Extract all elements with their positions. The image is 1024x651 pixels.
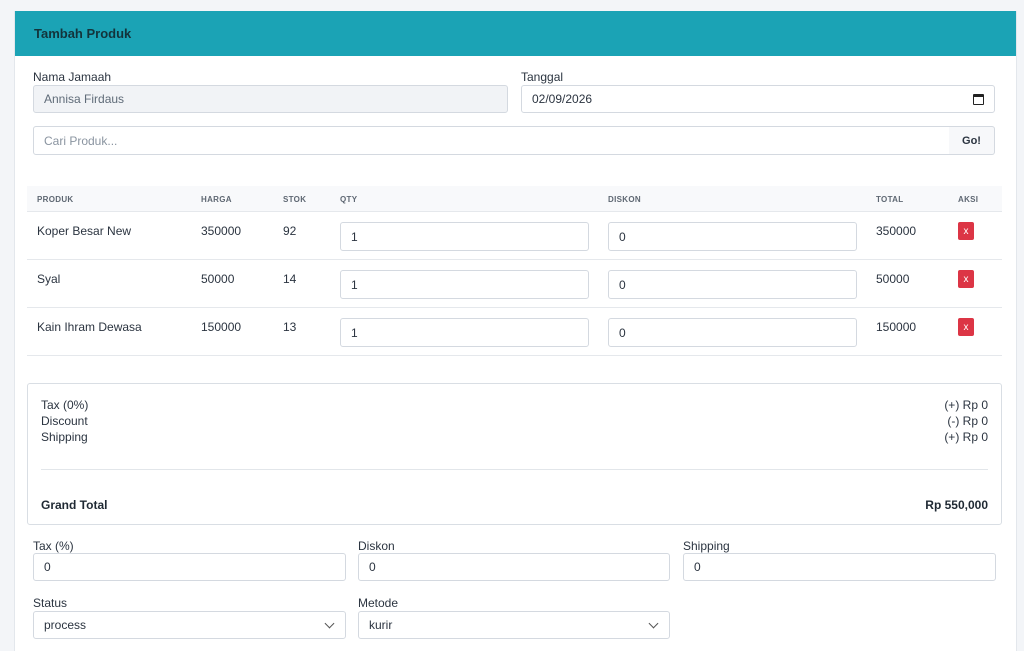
shipping-label: Shipping xyxy=(683,539,730,553)
col-diskon: DISKON xyxy=(608,195,641,204)
summary-shipping-label: Shipping xyxy=(41,430,88,444)
row-qty-input[interactable]: 1 xyxy=(340,318,589,347)
row-diskon-input[interactable]: 0 xyxy=(608,318,857,347)
metode-value: kurir xyxy=(369,618,393,632)
chevron-down-icon xyxy=(648,618,659,629)
row-produk: Syal xyxy=(37,272,61,286)
product-table-header: PRODUK HARGA STOK QTY DISKON TOTAL AKSI xyxy=(27,186,1002,212)
row-qty-input[interactable]: 1 xyxy=(340,222,589,251)
row-qty-input[interactable]: 1 xyxy=(340,270,589,299)
chevron-down-icon xyxy=(324,618,335,629)
row-produk: Koper Besar New xyxy=(37,224,132,238)
col-aksi: AKSI xyxy=(958,195,979,204)
tanggal-label: Tanggal xyxy=(521,70,564,84)
summary-shipping-value: (+) Rp 0 xyxy=(944,430,988,444)
grand-total-value: Rp 550,000 xyxy=(925,498,988,512)
row-total: 150000 xyxy=(876,320,917,334)
row-harga: 50000 xyxy=(201,272,235,286)
tax-percent-input[interactable]: 0 xyxy=(33,553,346,581)
row-produk: Kain Ihram Dewasa xyxy=(37,320,142,334)
metode-label: Metode xyxy=(358,596,399,610)
col-qty: QTY xyxy=(340,195,358,204)
tax-percent-value: 0 xyxy=(44,560,51,574)
diskon-input[interactable]: 0 xyxy=(358,553,670,581)
card-title: Tambah Produk xyxy=(34,26,132,41)
row-stok: 92 xyxy=(283,224,297,238)
table-row: Kain Ihram Dewasa 150000 13 1 0 150000 x xyxy=(27,308,1002,356)
nama-jamaah-value: Annisa Firdaus xyxy=(44,92,125,106)
summary-tax-line: Tax (0%) (+) Rp 0 xyxy=(41,398,988,412)
row-qty-value: 1 xyxy=(351,229,358,244)
summary-shipping-line: Shipping (+) Rp 0 xyxy=(41,430,988,444)
row-harga: 150000 xyxy=(201,320,242,334)
row-qty-value: 1 xyxy=(351,277,358,292)
col-produk: PRODUK xyxy=(37,195,74,204)
row-diskon-input[interactable]: 0 xyxy=(608,222,857,251)
row-qty-value: 1 xyxy=(351,325,358,340)
row-stok: 13 xyxy=(283,320,297,334)
row-diskon-value: 0 xyxy=(619,229,626,244)
col-harga: HARGA xyxy=(201,195,232,204)
status-label: Status xyxy=(33,596,68,610)
nama-jamaah-label: Nama Jamaah xyxy=(33,70,112,84)
row-diskon-input[interactable]: 0 xyxy=(608,270,857,299)
row-total: 350000 xyxy=(876,224,917,238)
row-stok: 14 xyxy=(283,272,297,286)
calendar-icon[interactable] xyxy=(973,94,984,105)
go-button[interactable]: Go! xyxy=(949,126,995,155)
summary-divider xyxy=(41,469,988,470)
search-placeholder: Cari Produk... xyxy=(44,133,118,148)
diskon-value: 0 xyxy=(369,560,376,574)
grand-total-line: Grand Total Rp 550,000 xyxy=(41,498,988,512)
summary-tax-value: (+) Rp 0 xyxy=(944,398,988,412)
col-total: TOTAL xyxy=(876,195,904,204)
row-total: 50000 xyxy=(876,272,910,286)
summary-tax-label: Tax (0%) xyxy=(41,398,89,412)
status-select[interactable]: process xyxy=(33,611,346,639)
summary-discount-value: (-) Rp 0 xyxy=(947,414,988,428)
col-stok: STOK xyxy=(283,195,307,204)
delete-row-button[interactable]: x xyxy=(958,270,974,288)
order-summary: Tax (0%) (+) Rp 0 Discount (-) Rp 0 Ship… xyxy=(27,383,1002,525)
shipping-value: 0 xyxy=(694,560,701,574)
tanggal-date-field[interactable]: 02/09/2026 xyxy=(521,85,995,113)
delete-row-button[interactable]: x xyxy=(958,222,974,240)
status-value: process xyxy=(44,618,87,632)
diskon-label: Diskon xyxy=(358,539,395,553)
row-diskon-value: 0 xyxy=(619,325,626,340)
row-diskon-value: 0 xyxy=(619,277,626,292)
tax-percent-label: Tax (%) xyxy=(33,539,74,553)
search-product-input[interactable]: Cari Produk... xyxy=(33,126,950,155)
card-header: Tambah Produk xyxy=(15,11,1016,56)
metode-select[interactable]: kurir xyxy=(358,611,670,639)
nama-jamaah-field[interactable]: Annisa Firdaus xyxy=(33,85,508,113)
summary-discount-label: Discount xyxy=(41,414,88,428)
grand-total-label: Grand Total xyxy=(41,498,108,512)
shipping-input[interactable]: 0 xyxy=(683,553,996,581)
row-harga: 350000 xyxy=(201,224,242,238)
tanggal-value: 02/09/2026 xyxy=(532,92,593,106)
summary-discount-line: Discount (-) Rp 0 xyxy=(41,414,988,428)
table-row: Syal 50000 14 1 0 50000 x xyxy=(27,260,1002,308)
delete-row-button[interactable]: x xyxy=(958,318,974,336)
table-row: Koper Besar New 350000 92 1 0 350000 x xyxy=(27,212,1002,260)
